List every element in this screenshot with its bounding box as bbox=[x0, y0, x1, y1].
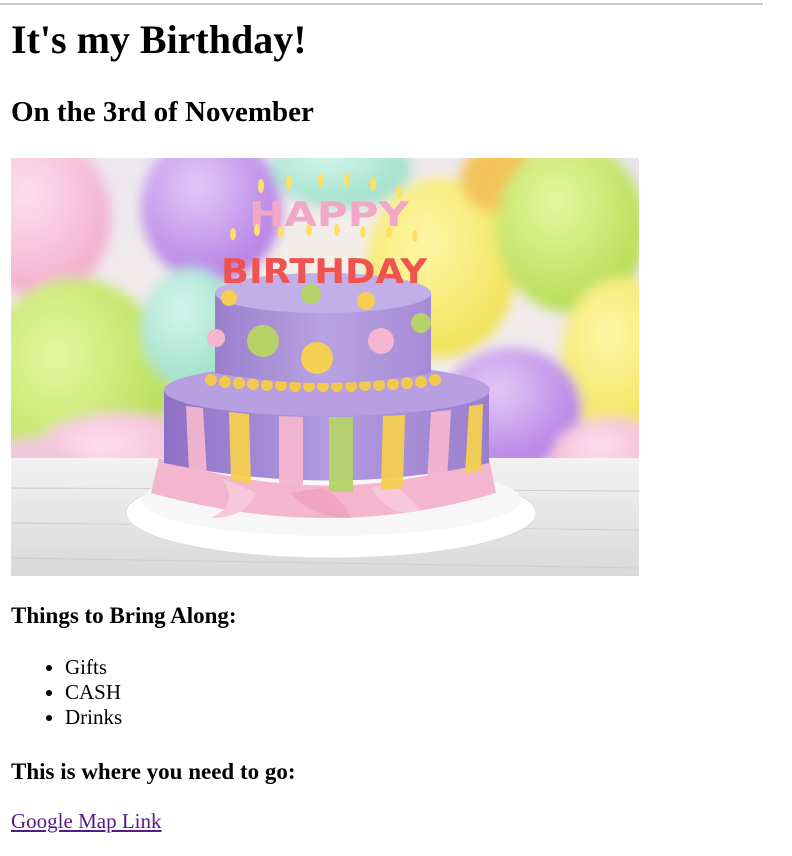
page-subtitle: On the 3rd of November bbox=[11, 96, 314, 128]
candle-text-birthday: BIRTHDAY bbox=[221, 252, 427, 292]
bring-list: Gifts CASH Drinks bbox=[11, 655, 122, 730]
directions-heading: This is where you need to go: bbox=[11, 759, 296, 784]
bring-heading: Things to Bring Along: bbox=[11, 603, 237, 628]
page-title: It's my Birthday! bbox=[11, 17, 307, 62]
list-item: CASH bbox=[65, 680, 122, 705]
list-item: Gifts bbox=[65, 655, 122, 680]
list-item: Drinks bbox=[65, 705, 122, 730]
birthday-cake-image: HAPPY BIRTHDAY bbox=[11, 158, 639, 576]
top-divider bbox=[0, 3, 763, 5]
candle-text-happy: HAPPY bbox=[249, 195, 409, 235]
google-map-link[interactable]: Google Map Link bbox=[11, 808, 161, 834]
